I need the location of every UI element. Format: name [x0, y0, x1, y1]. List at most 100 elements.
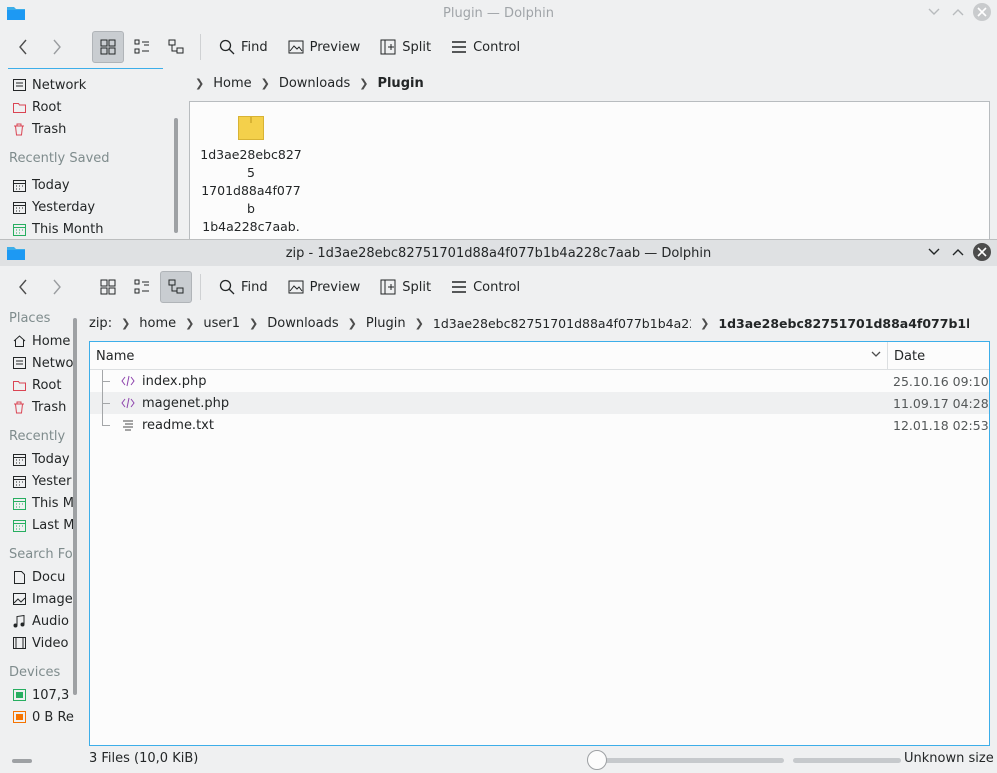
icons-view-button[interactable]: [92, 31, 124, 63]
forward-nav-button[interactable]: [42, 32, 72, 62]
table-row[interactable]: index.php 25.10.16 09:10: [90, 370, 989, 392]
sidebar-scrollbar[interactable]: [174, 118, 178, 233]
chevron-right-icon: ❯: [121, 316, 131, 330]
sidebar-item-this-month[interactable]: This Month: [0, 218, 180, 239]
file-name-line: 1d3ae28ebc8275: [200, 147, 302, 180]
details-view-button[interactable]: [160, 31, 192, 63]
name-column-header[interactable]: Name: [90, 342, 888, 370]
sidebar-item-trash[interactable]: Trash: [0, 118, 180, 140]
sidebar-item-last-month[interactable]: Last M: [0, 514, 80, 536]
date-column-header[interactable]: Date: [888, 342, 989, 370]
icons-view-button[interactable]: [92, 271, 124, 303]
sidebar-item-yesterday[interactable]: Yesterday: [0, 196, 180, 218]
split-button[interactable]: Split: [372, 32, 439, 62]
split-button[interactable]: Split: [372, 272, 439, 302]
sidebar-item-removable[interactable]: 0 B Re: [0, 706, 80, 728]
sidebar-item-drive[interactable]: 107,3: [0, 684, 80, 706]
split-label: Split: [402, 279, 432, 295]
minimize-button[interactable]: [925, 3, 943, 21]
preview-button[interactable]: Preview: [280, 272, 369, 302]
sidebar-item-audio[interactable]: Audio: [0, 610, 80, 632]
breadcrumb-item-downloads[interactable]: Downloads: [267, 316, 338, 331]
compact-view-button[interactable]: [126, 271, 158, 303]
breadcrumb-item-plugin[interactable]: Plugin: [366, 316, 406, 331]
sidebar-item-images[interactable]: Image: [0, 588, 80, 610]
status-bar: 3 Files (10,0 KiB) Unknown size: [0, 746, 997, 773]
find-button[interactable]: Find: [211, 272, 276, 302]
sidebar-item-root[interactable]: Root: [0, 96, 180, 118]
zoom-slider-handle[interactable]: [587, 750, 607, 770]
close-button[interactable]: [973, 3, 991, 21]
breadcrumb-item-downloads[interactable]: Downloads: [279, 76, 350, 91]
compact-view-icon: [134, 39, 149, 54]
sidebar-item-label: Audio: [32, 613, 69, 629]
tree-view-icon: [168, 279, 184, 294]
chevron-right-icon: ❯: [249, 316, 259, 330]
sidebar-item-today[interactable]: Today: [0, 174, 180, 196]
recently-saved-heading: Recently Saved: [9, 151, 110, 166]
breadcrumb-protocol[interactable]: zip:: [89, 316, 112, 331]
preview-button[interactable]: Preview: [280, 32, 369, 62]
minimize-button[interactable]: [925, 243, 943, 261]
sidebar-item-trash[interactable]: Trash: [0, 396, 80, 418]
file-date: 25.10.16 09:10: [893, 373, 989, 389]
sidebar-item-videos[interactable]: Video: [0, 632, 80, 654]
maximize-button[interactable]: [949, 243, 967, 261]
trash-icon: [12, 122, 26, 136]
search-icon: [219, 279, 235, 295]
sidebar-item-documents[interactable]: Docu: [0, 566, 80, 588]
maximize-button[interactable]: [949, 3, 967, 21]
table-row[interactable]: magenet.php 11.09.17 04:28: [90, 392, 989, 414]
places-panel: Places Home Netwo Root Trash Recently To…: [0, 308, 80, 773]
control-button[interactable]: Control: [443, 272, 528, 302]
sidebar-horizontal-scrollbar[interactable]: [12, 759, 32, 763]
image-preview-icon: [288, 40, 304, 54]
find-label: Find: [241, 279, 268, 295]
back-window-titlebar[interactable]: Plugin — Dolphin: [0, 0, 997, 26]
compact-view-button[interactable]: [126, 31, 158, 63]
sidebar-item-network[interactable]: Network: [0, 74, 180, 96]
breadcrumb-item-zip-file[interactable]: 1d3ae28ebc82751701d88a4f077b1b4a228c7: [433, 316, 691, 331]
breadcrumb-item-home[interactable]: Home: [213, 76, 251, 91]
hamburger-menu-icon: [452, 41, 467, 53]
breadcrumb-item-zip-root[interactable]: 1d3ae28ebc82751701d88a4f077b1b4a228: [718, 316, 969, 331]
back-file-view[interactable]: 1d3ae28ebc8275 1701d88a4f077b 1b4a228c7a…: [189, 101, 990, 239]
preview-label: Preview: [309, 279, 361, 295]
sidebar-item-label: Trash: [32, 399, 67, 415]
sidebar-item-this-month[interactable]: This M: [0, 492, 80, 514]
close-button[interactable]: [973, 243, 991, 261]
arrow-left-icon: [19, 279, 27, 295]
zoom-slider-track[interactable]: [592, 758, 784, 763]
front-toolbar: Find Preview Split Control: [0, 266, 997, 308]
details-view-button[interactable]: [160, 271, 192, 303]
sidebar-item-root[interactable]: Root: [0, 374, 80, 396]
breadcrumb-item-home[interactable]: home: [139, 316, 176, 331]
back-nav-button[interactable]: [8, 32, 38, 62]
back-places-panel: Network Root Trash Recently Saved Today …: [0, 68, 180, 239]
back-nav-button[interactable]: [8, 272, 38, 302]
table-row[interactable]: readme.txt 12.01.18 02:53: [90, 414, 989, 436]
forward-nav-button[interactable]: [42, 272, 72, 302]
sidebar-item-home[interactable]: Home: [0, 330, 80, 352]
window-title: zip - 1d3ae28ebc82751701d88a4f077b1b4a22…: [285, 245, 712, 261]
front-window-titlebar[interactable]: zip - 1d3ae28ebc82751701d88a4f077b1b4a22…: [0, 240, 997, 266]
sidebar-item-label: Root: [32, 377, 62, 393]
sidebar-item-label: Yesterday: [32, 199, 96, 215]
sidebar-scrollbar[interactable]: [73, 318, 77, 695]
sidebar-item-today[interactable]: Today: [0, 448, 80, 470]
control-button[interactable]: Control: [443, 32, 528, 62]
sidebar-item-label: Today: [32, 451, 70, 467]
zip-file-item[interactable]: 1d3ae28ebc8275 1701d88a4f077b 1b4a228c7a…: [196, 116, 306, 239]
find-button[interactable]: Find: [211, 32, 276, 62]
sidebar-item-yesterday[interactable]: Yester: [0, 470, 80, 492]
chevron-right-icon: ❯: [195, 76, 205, 90]
places-heading: Places: [9, 311, 51, 326]
breadcrumb-item-user1[interactable]: user1: [203, 316, 240, 331]
file-name: index.php: [142, 373, 207, 389]
details-file-view[interactable]: Name Date index.php 25.10.16 09:10 magen…: [89, 341, 990, 746]
video-icon: [12, 636, 26, 650]
sidebar-item-network[interactable]: Netwo: [0, 352, 80, 374]
sidebar-item-label: This M: [32, 495, 74, 511]
chevron-up-icon: [952, 249, 964, 256]
breadcrumb-item-plugin[interactable]: Plugin: [377, 76, 423, 91]
